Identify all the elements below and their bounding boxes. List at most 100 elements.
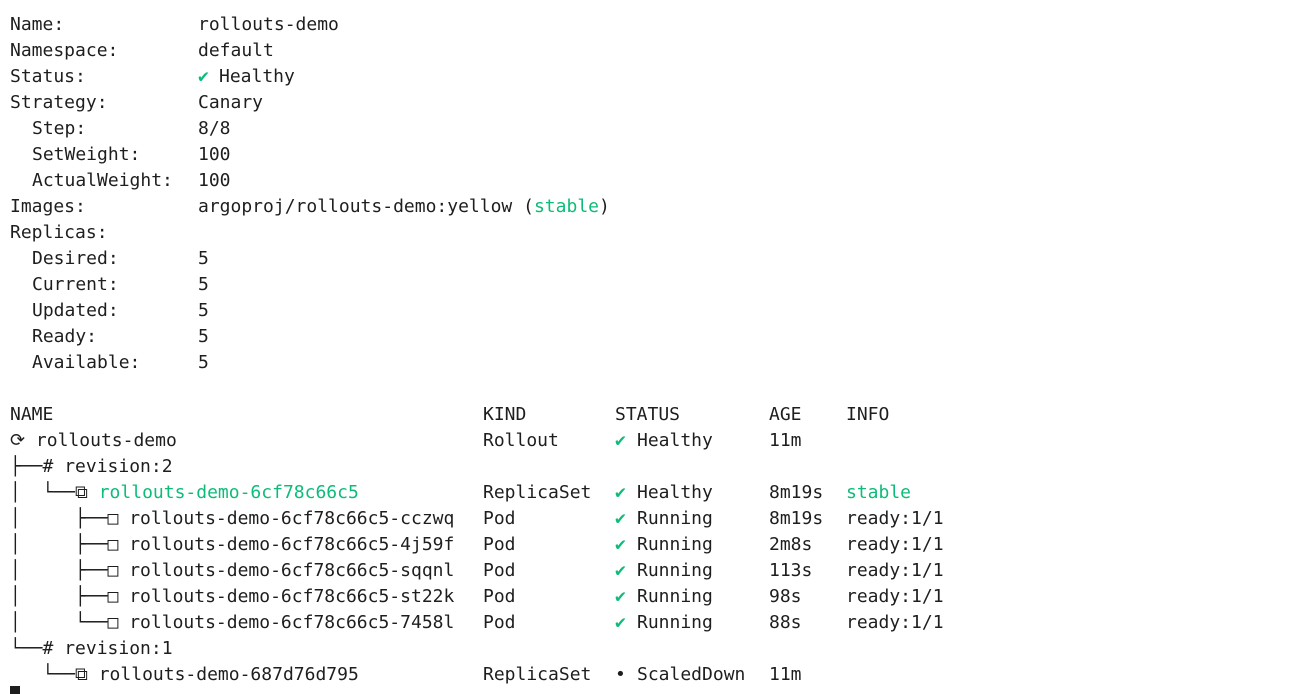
row-status: Running — [637, 560, 713, 581]
header-status: STATUS — [615, 404, 681, 425]
dot-icon: • — [615, 664, 626, 685]
row-age: 88s — [769, 612, 802, 633]
info-replicas-line: Replicas: — [10, 220, 108, 246]
ready-label: Ready: — [32, 326, 98, 347]
row-kind: Pod — [483, 560, 516, 581]
row-info: ready:1/1 — [846, 586, 944, 607]
name-value: rollouts-demo — [198, 14, 339, 35]
resource-name: rollouts-demo-6cf78c66c5 — [98, 482, 359, 503]
info-available-line: Available: 5 — [10, 350, 209, 376]
row-info: ready:1/1 — [846, 534, 944, 555]
row-info: stable — [846, 482, 912, 503]
resource-name: revision:2 — [64, 456, 173, 477]
row-status: Healthy — [637, 430, 713, 451]
current-value: 5 — [198, 274, 209, 295]
row-info: ready:1/1 — [846, 508, 944, 529]
resource-name: rollouts-demo-687d76d795 — [98, 664, 359, 685]
row-status: Running — [637, 534, 713, 555]
status-label: Status: — [10, 66, 86, 87]
row-name: └──⧉ rollouts-demo-687d76d795 — [10, 662, 359, 688]
check-icon: ✔ — [615, 482, 626, 503]
header-kind: KIND — [483, 404, 527, 425]
info-namespace-line: Namespace: default — [10, 38, 274, 64]
row-name: │ ├──□ rollouts-demo-6cf78c66c5-st22k — [10, 584, 454, 610]
namespace-value: default — [198, 40, 274, 61]
row-age: 11m — [769, 664, 802, 685]
desired-label: Desired: — [32, 248, 119, 269]
row-status: Running — [637, 586, 713, 607]
status-value: Healthy — [219, 66, 295, 87]
info-step-line: Step: 8/8 — [10, 116, 231, 142]
row-age: 98s — [769, 586, 802, 607]
setweight-value: 100 — [198, 144, 231, 165]
row-age: 8m19s — [769, 508, 824, 529]
actualweight-value: 100 — [198, 170, 231, 191]
setweight-label: SetWeight: — [32, 144, 141, 165]
terminal-cursor — [10, 686, 20, 694]
row-name: ⟳ rollouts-demo — [10, 428, 177, 454]
strategy-value: Canary — [198, 92, 264, 113]
info-setweight-line: SetWeight: 100 — [10, 142, 231, 168]
row-name: │ ├──□ rollouts-demo-6cf78c66c5-sqqnl — [10, 558, 454, 584]
info-actualweight-line: ActualWeight: 100 — [10, 168, 231, 194]
check-icon: ✔ — [615, 534, 626, 555]
namespace-label: Namespace: — [10, 40, 119, 61]
strategy-label: Strategy: — [10, 92, 108, 113]
resource-name: revision:1 — [64, 638, 173, 659]
row-name: ├──# revision:2 — [10, 454, 173, 480]
row-name: │ ├──□ rollouts-demo-6cf78c66c5-cczwq — [10, 506, 454, 532]
updated-value: 5 — [198, 300, 209, 321]
tree-prefix: │ ├──□ — [10, 586, 130, 607]
row-name: │ └──□ rollouts-demo-6cf78c66c5-7458l — [10, 610, 454, 636]
row-age: 2m8s — [769, 534, 813, 555]
step-value: 8/8 — [198, 118, 231, 139]
check-icon: ✔ — [615, 508, 626, 529]
check-icon: ✔ — [198, 66, 209, 87]
row-age: 11m — [769, 430, 802, 451]
resource-name: rollouts-demo-6cf78c66c5-sqqnl — [129, 560, 455, 581]
row-info: ready:1/1 — [846, 560, 944, 581]
row-status: ScaledDown — [637, 664, 746, 685]
row-name: │ └──⧉ rollouts-demo-6cf78c66c5 — [10, 480, 359, 506]
row-kind: Pod — [483, 586, 516, 607]
resource-name: rollouts-demo — [35, 430, 177, 451]
row-kind: ReplicaSet — [483, 482, 592, 503]
name-label: Name: — [10, 14, 65, 35]
table-header: NAME KIND STATUS AGE INFO — [10, 402, 889, 428]
resource-name: rollouts-demo-6cf78c66c5-cczwq — [129, 508, 455, 529]
info-images-line: Images: argoproj/rollouts-demo:yellow (s… — [10, 194, 610, 220]
info-updated-line: Updated: 5 — [10, 298, 209, 324]
image-value: argoproj/rollouts-demo:yellow (stable) — [198, 196, 610, 217]
info-name-line: Name: rollouts-demo — [10, 12, 339, 38]
ready-value: 5 — [198, 326, 209, 347]
available-label: Available: — [32, 352, 141, 373]
resource-name: rollouts-demo-6cf78c66c5-st22k — [129, 586, 455, 607]
check-icon: ✔ — [615, 586, 626, 607]
row-kind: Pod — [483, 534, 516, 555]
tree-prefix: └──⧉ — [10, 664, 99, 685]
row-kind: ReplicaSet — [483, 664, 592, 685]
tree-prefix: │ └──□ — [10, 612, 130, 633]
check-icon: ✔ — [615, 430, 626, 451]
available-value: 5 — [198, 352, 209, 373]
row-status: Healthy — [637, 482, 713, 503]
info-status-line: Status: ✔ Healthy — [10, 64, 295, 90]
check-icon: ✔ — [615, 560, 626, 581]
header-name: NAME — [10, 404, 54, 425]
row-kind: Pod — [483, 612, 516, 633]
row-name: └──# revision:1 — [10, 636, 173, 662]
row-age: 8m19s — [769, 482, 824, 503]
tree-prefix: │ ├──□ — [10, 534, 130, 555]
header-info: INFO — [846, 404, 890, 425]
desired-value: 5 — [198, 248, 209, 269]
info-ready-line: Ready: 5 — [10, 324, 209, 350]
check-icon: ✔ — [615, 612, 626, 633]
resource-name: rollouts-demo-6cf78c66c5-4j59f — [129, 534, 455, 555]
current-label: Current: — [32, 274, 119, 295]
tree-prefix: │ ├──□ — [10, 508, 130, 529]
resource-name: rollouts-demo-6cf78c66c5-7458l — [129, 612, 455, 633]
tree-prefix: │ ├──□ — [10, 560, 130, 581]
tree-prefix: ├──# — [10, 456, 65, 477]
tree-prefix: └──# — [10, 638, 65, 659]
tree-prefix: ⟳ — [10, 430, 36, 451]
